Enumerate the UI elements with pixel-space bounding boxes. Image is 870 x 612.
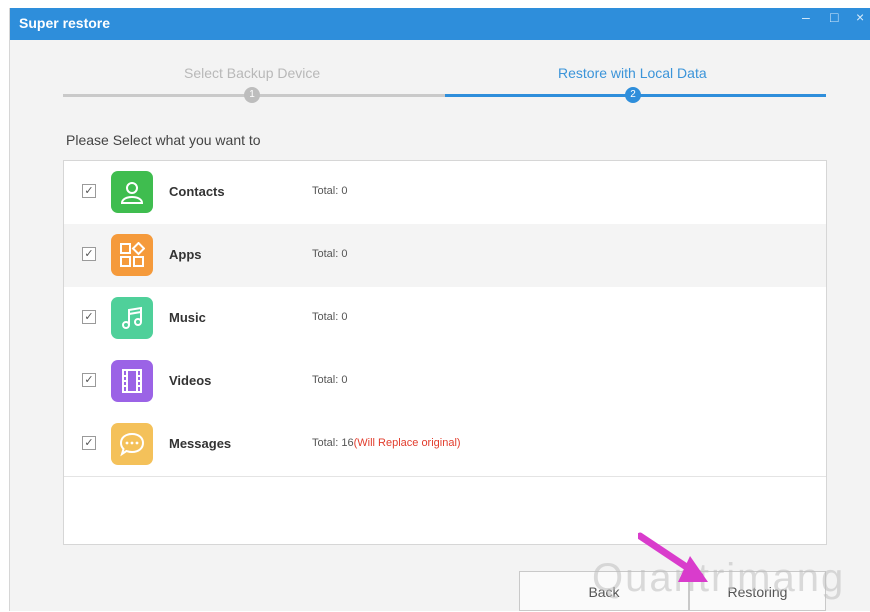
replace-warning: (Will Replace original) (353, 437, 461, 449)
step-1-marker: 1 (244, 87, 260, 103)
list-item-contacts[interactable]: ✓ Contacts Total: 0 (64, 161, 826, 225)
step-1-label: Select Backup Device (184, 65, 321, 81)
title-bar: Super restore – □ × (10, 8, 870, 40)
videos-icon (111, 360, 153, 402)
contacts-total: Total: 0 (312, 185, 348, 197)
step-2-label: Restore with Local Data (558, 65, 707, 81)
contacts-label: Contacts (169, 184, 225, 199)
window-title: Super restore (19, 15, 111, 31)
contacts-checkbox[interactable]: ✓ (82, 184, 96, 198)
list-item-videos[interactable]: ✓ Videos Total: 0 (64, 350, 826, 414)
videos-checkbox[interactable]: ✓ (82, 373, 96, 387)
messages-label: Messages (169, 436, 232, 451)
list-item-apps[interactable]: ✓ Apps Total: 0 (64, 224, 826, 288)
music-label: Music (169, 310, 206, 325)
videos-total: Total: 0 (312, 374, 348, 386)
apps-icon (111, 234, 153, 276)
step-indicator: Select Backup Device Restore with Local … (10, 48, 870, 118)
messages-total: Total: 16(Will Replace original) (312, 437, 461, 449)
music-icon (111, 297, 153, 339)
pointer-arrow-icon (638, 532, 708, 582)
minimize-button[interactable]: – (802, 10, 810, 24)
music-total: Total: 0 (312, 311, 348, 323)
data-type-list: ✓ Contacts Total: 0 ✓ Apps Total: 0 ✓ Mu… (63, 160, 827, 545)
music-checkbox[interactable]: ✓ (82, 310, 96, 324)
messages-count: Total: 16 (312, 437, 354, 449)
contacts-icon (111, 171, 153, 213)
close-button[interactable]: × (856, 10, 864, 24)
apps-label: Apps (169, 247, 202, 262)
messages-icon (111, 423, 153, 465)
select-prompt: Please Select what you want to (66, 132, 261, 148)
list-item-music[interactable]: ✓ Music Total: 0 (64, 287, 826, 351)
videos-label: Videos (169, 373, 212, 388)
list-item-messages[interactable]: ✓ Messages Total: 16(Will Replace origin… (64, 413, 826, 477)
messages-checkbox[interactable]: ✓ (82, 436, 96, 450)
apps-total: Total: 0 (312, 248, 348, 260)
step-2-marker: 2 (625, 87, 641, 103)
maximize-button[interactable]: □ (830, 10, 838, 24)
super-restore-window: Super restore – □ × Select Backup Device… (9, 8, 870, 611)
apps-checkbox[interactable]: ✓ (82, 247, 96, 261)
